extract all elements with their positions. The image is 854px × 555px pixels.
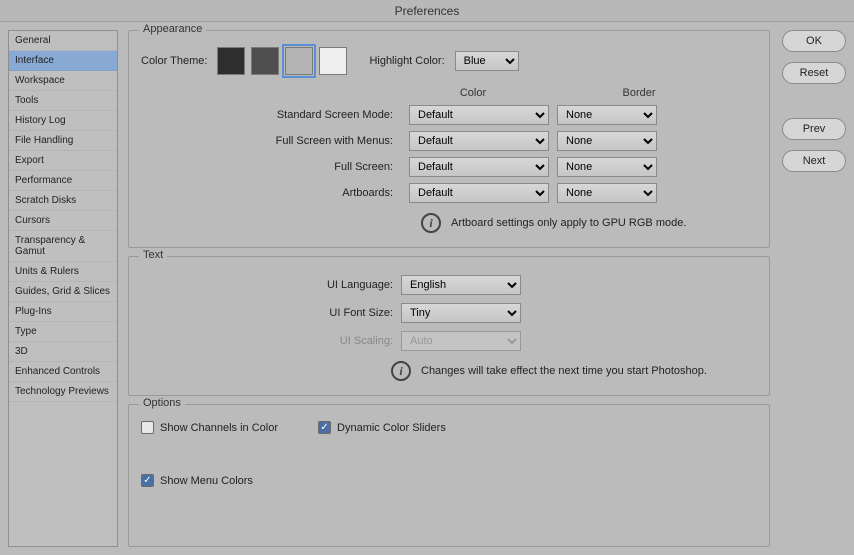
- mode-headers: Color Border: [423, 87, 757, 99]
- ui-language-select[interactable]: English: [401, 275, 521, 295]
- text-legend: Text: [139, 249, 167, 261]
- sidebar-item-file-handling[interactable]: File Handling: [9, 131, 117, 151]
- ui-language-label: UI Language:: [141, 279, 401, 291]
- sidebar-item-history-log[interactable]: History Log: [9, 111, 117, 131]
- screen-mode-label: Artboards:: [141, 187, 401, 199]
- sidebar-item-export[interactable]: Export: [9, 151, 117, 171]
- screen-mode-border-select[interactable]: None: [557, 105, 657, 125]
- sidebar-item-interface[interactable]: Interface: [9, 51, 117, 71]
- content-area: GeneralInterfaceWorkspaceToolsHistory Lo…: [0, 22, 854, 555]
- color-theme-swatch-2[interactable]: [285, 47, 313, 75]
- ui-font-size-row: UI Font Size: Tiny: [141, 303, 757, 323]
- ui-scaling-select: Auto: [401, 331, 521, 351]
- ui-language-row: UI Language: English: [141, 275, 757, 295]
- sidebar-item-workspace[interactable]: Workspace: [9, 71, 117, 91]
- screen-mode-color-select[interactable]: Default: [409, 157, 549, 177]
- next-button[interactable]: Next: [782, 150, 846, 172]
- option-label: Show Channels in Color: [160, 422, 278, 434]
- text-info-row: i Changes will take effect the next time…: [391, 361, 757, 381]
- appearance-fieldset: Appearance Color Theme: Highlight Color:…: [128, 30, 770, 248]
- screen-mode-border-select[interactable]: None: [557, 131, 657, 151]
- checkbox-icon[interactable]: [318, 421, 331, 434]
- option-label: Show Menu Colors: [160, 475, 253, 487]
- checkbox-icon[interactable]: [141, 421, 154, 434]
- sidebar-item-tools[interactable]: Tools: [9, 91, 117, 111]
- sidebar-item-performance[interactable]: Performance: [9, 171, 117, 191]
- screen-mode-color-select[interactable]: Default: [409, 131, 549, 151]
- sidebar-item-technology-previews[interactable]: Technology Previews: [9, 382, 117, 402]
- screen-mode-row-1: Full Screen with Menus: Default None: [141, 131, 757, 151]
- screen-mode-color-select[interactable]: Default: [409, 105, 549, 125]
- color-theme-swatches: [217, 47, 347, 75]
- sidebar-item-3d[interactable]: 3D: [9, 342, 117, 362]
- sidebar-item-enhanced-controls[interactable]: Enhanced Controls: [9, 362, 117, 382]
- sidebar-item-type[interactable]: Type: [9, 322, 117, 342]
- screen-mode-label: Full Screen with Menus:: [141, 135, 401, 147]
- text-info-text: Changes will take effect the next time y…: [421, 365, 707, 377]
- appearance-info-text: Artboard settings only apply to GPU RGB …: [451, 217, 686, 229]
- window-title: Preferences: [0, 0, 854, 22]
- color-theme-row: Color Theme: Highlight Color: Blue: [141, 47, 757, 75]
- sidebar-item-guides-grid-slices[interactable]: Guides, Grid & Slices: [9, 282, 117, 302]
- sidebar-item-general[interactable]: General: [9, 31, 117, 51]
- appearance-legend: Appearance: [139, 23, 206, 35]
- option-label: Dynamic Color Sliders: [337, 422, 446, 434]
- color-theme-swatch-3[interactable]: [319, 47, 347, 75]
- screen-mode-border-select[interactable]: None: [557, 183, 657, 203]
- screen-mode-label: Standard Screen Mode:: [141, 109, 401, 121]
- sidebar-item-cursors[interactable]: Cursors: [9, 211, 117, 231]
- highlight-color-label: Highlight Color:: [369, 55, 444, 67]
- color-theme-swatch-1[interactable]: [251, 47, 279, 75]
- info-icon: i: [421, 213, 441, 233]
- ui-font-size-label: UI Font Size:: [141, 307, 401, 319]
- option-show-channels-in-color[interactable]: Show Channels in Color: [141, 421, 278, 434]
- highlight-color-select[interactable]: Blue: [455, 51, 519, 71]
- appearance-info-row: i Artboard settings only apply to GPU RG…: [421, 213, 757, 233]
- info-icon: i: [391, 361, 411, 381]
- header-color: Color: [423, 87, 523, 99]
- main-area: Appearance Color Theme: Highlight Color:…: [128, 30, 846, 547]
- category-sidebar: GeneralInterfaceWorkspaceToolsHistory Lo…: [8, 30, 118, 547]
- ok-button[interactable]: OK: [782, 30, 846, 52]
- sidebar-item-units-rulers[interactable]: Units & Rulers: [9, 262, 117, 282]
- color-theme-label: Color Theme:: [141, 55, 207, 67]
- checkbox-icon[interactable]: [141, 474, 154, 487]
- sidebar-item-transparency-gamut[interactable]: Transparency & Gamut: [9, 231, 117, 262]
- screen-mode-label: Full Screen:: [141, 161, 401, 173]
- screen-mode-color-select[interactable]: Default: [409, 183, 549, 203]
- screen-mode-row-2: Full Screen: Default None: [141, 157, 757, 177]
- screen-mode-border-select[interactable]: None: [557, 157, 657, 177]
- screen-mode-row-3: Artboards: Default None: [141, 183, 757, 203]
- panels-column: Appearance Color Theme: Highlight Color:…: [128, 30, 770, 547]
- option-show-menu-colors[interactable]: Show Menu Colors: [141, 474, 757, 487]
- options-legend: Options: [139, 397, 185, 409]
- color-theme-swatch-0[interactable]: [217, 47, 245, 75]
- sidebar-item-scratch-disks[interactable]: Scratch Disks: [9, 191, 117, 211]
- text-fieldset: Text UI Language: English UI Font Size: …: [128, 256, 770, 396]
- ui-font-size-select[interactable]: Tiny: [401, 303, 521, 323]
- prev-button[interactable]: Prev: [782, 118, 846, 140]
- dialog-buttons: OK Reset Prev Next: [782, 30, 846, 547]
- screen-mode-row-0: Standard Screen Mode: Default None: [141, 105, 757, 125]
- option-dynamic-color-sliders[interactable]: Dynamic Color Sliders: [318, 421, 446, 434]
- reset-button[interactable]: Reset: [782, 62, 846, 84]
- header-border: Border: [589, 87, 689, 99]
- ui-scaling-row: UI Scaling: Auto: [141, 331, 757, 351]
- ui-scaling-label: UI Scaling:: [141, 335, 401, 347]
- options-fieldset: Options Show Channels in ColorDynamic Co…: [128, 404, 770, 547]
- sidebar-item-plug-ins[interactable]: Plug-Ins: [9, 302, 117, 322]
